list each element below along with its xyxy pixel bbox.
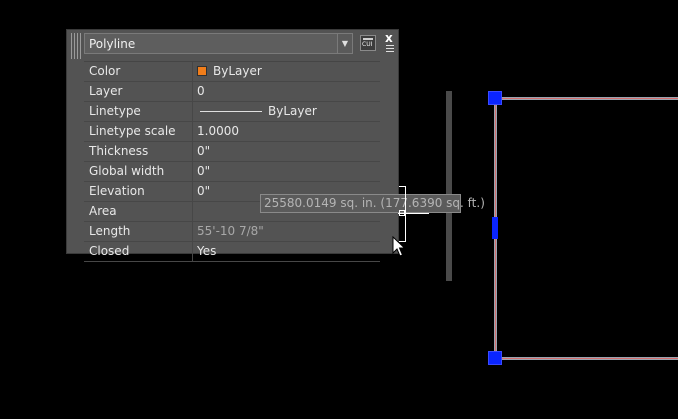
scrollbar[interactable] (446, 91, 452, 281)
palette-menu-icon[interactable] (386, 45, 394, 54)
polyline-segment-top[interactable] (495, 97, 678, 100)
property-value-thickness[interactable]: 0" (197, 142, 380, 161)
property-value-global-width[interactable]: 0" (197, 162, 380, 181)
object-type-value: Polyline (89, 37, 136, 51)
vertex-grip-bottom-left[interactable] (488, 351, 502, 365)
property-row-color[interactable]: Color ByLayer (84, 62, 380, 82)
cui-label: CUI (362, 41, 373, 48)
property-value-linetype-scale[interactable]: 1.0000 (197, 122, 380, 141)
linetype-preview-icon (200, 111, 262, 112)
property-row-global-width[interactable]: Global width 0" (84, 162, 380, 182)
property-row-linetype[interactable]: Linetype ByLayer (84, 102, 380, 122)
property-row-length[interactable]: Length 55'-10 7/8" (84, 222, 380, 242)
close-icon[interactable]: x (385, 31, 393, 45)
color-swatch-icon (197, 66, 207, 76)
property-name: Global width (84, 162, 193, 181)
midpoint-grip-left[interactable] (492, 217, 498, 239)
property-name: Color (84, 62, 193, 81)
object-type-dropdown[interactable]: Polyline ▼ (84, 33, 353, 54)
customize-ui-button[interactable]: CUI (360, 35, 376, 51)
property-name: Closed (84, 242, 193, 261)
property-name: Elevation (84, 182, 193, 201)
property-row-closed[interactable]: Closed Yes (84, 242, 380, 262)
properties-grid: Color ByLayer Layer 0 Linetype ByLayer L… (84, 61, 380, 262)
polyline-segment-bottom[interactable] (495, 357, 678, 360)
property-name: Layer (84, 82, 193, 101)
vertex-grip-top-left[interactable] (488, 91, 502, 105)
cui-bar-icon (363, 38, 373, 40)
pickbox-icon (399, 210, 405, 216)
property-value-linetype[interactable]: ByLayer (197, 102, 380, 121)
area-value-tooltip: 25580.0149 sq. in. (177.6390 sq. ft.) (260, 194, 485, 213)
property-value-closed[interactable]: Yes (197, 242, 380, 261)
property-value-length: 55'-10 7/8" (197, 224, 264, 238)
property-name: Area (84, 202, 193, 221)
chevron-down-icon[interactable]: ▼ (337, 34, 352, 53)
property-row-thickness[interactable]: Thickness 0" (84, 142, 380, 162)
quick-properties-palette: Polyline ▼ CUI x Color ByLayer Layer 0 L… (66, 29, 485, 281)
property-name: Length (84, 222, 193, 241)
property-name: Thickness (84, 142, 193, 161)
property-name: Linetype scale (84, 122, 193, 141)
property-row-layer[interactable]: Layer 0 (84, 82, 380, 102)
property-value-layer[interactable]: 0 (197, 82, 380, 101)
property-value-color[interactable]: ByLayer (197, 62, 380, 81)
property-row-linetype-scale[interactable]: Linetype scale 1.0000 (84, 122, 380, 142)
property-name: Linetype (84, 102, 193, 121)
palette-drag-handle[interactable] (71, 33, 81, 59)
